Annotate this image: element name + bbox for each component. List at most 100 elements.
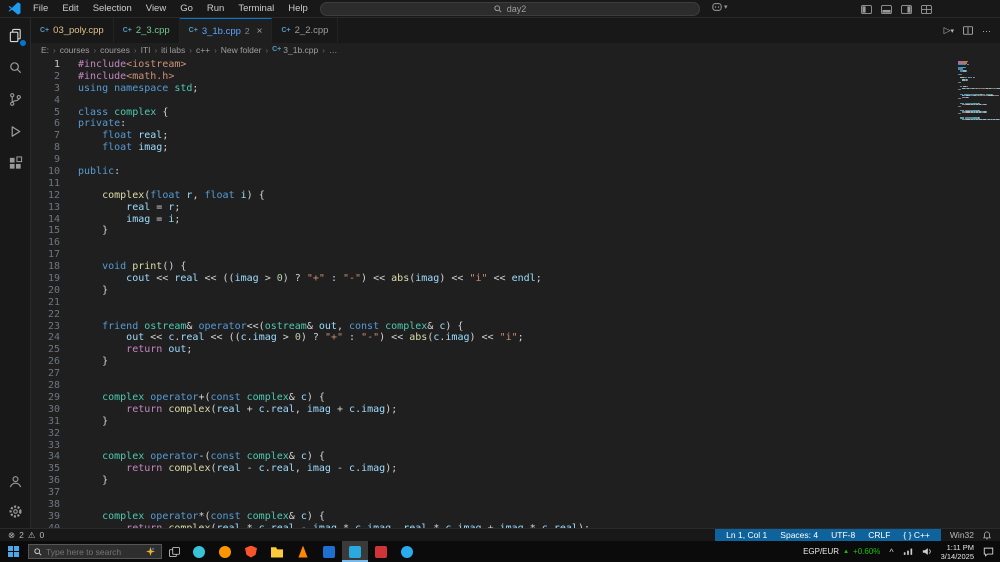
- taskbar-app-vscode[interactable]: [342, 541, 368, 562]
- taskbar-clock[interactable]: 1:11 PM 3/14/2025: [941, 543, 974, 561]
- line-number[interactable]: 29: [31, 392, 60, 404]
- taskbar-app-edge[interactable]: [186, 541, 212, 562]
- taskbar-search[interactable]: [28, 544, 162, 559]
- copilot-menu[interactable]: ▾: [712, 2, 728, 12]
- line-number[interactable]: 16: [31, 237, 60, 249]
- minimap[interactable]: [954, 57, 1000, 528]
- menu-file[interactable]: File: [26, 0, 55, 18]
- extensions-button[interactable]: [7, 155, 24, 172]
- run-file-button[interactable]: ▷▾: [944, 25, 954, 36]
- indentation[interactable]: Spaces: 4: [780, 530, 818, 540]
- line-number[interactable]: 34: [31, 451, 60, 463]
- line-number[interactable]: 5: [31, 107, 60, 119]
- line-number[interactable]: 26: [31, 356, 60, 368]
- breadcrumb-item[interactable]: courses: [60, 45, 90, 55]
- toggle-sidebar-icon[interactable]: [861, 4, 872, 14]
- menu-edit[interactable]: Edit: [55, 0, 85, 18]
- task-view-button[interactable]: [162, 541, 186, 562]
- line-number[interactable]: 36: [31, 475, 60, 487]
- line-number[interactable]: 10: [31, 166, 60, 178]
- line-number[interactable]: 17: [31, 249, 60, 261]
- breadcrumb-item[interactable]: iti labs: [161, 45, 185, 55]
- menu-help[interactable]: Help: [281, 0, 315, 18]
- line-number[interactable]: 6: [31, 118, 60, 130]
- breadcrumb-item[interactable]: c++: [196, 45, 210, 55]
- line-number[interactable]: 24: [31, 332, 60, 344]
- line-number[interactable]: 1: [31, 59, 60, 71]
- more-actions-icon[interactable]: ···: [982, 26, 991, 36]
- line-number[interactable]: 23: [31, 321, 60, 333]
- search-button[interactable]: [7, 59, 24, 76]
- cursor-position[interactable]: Ln 1, Col 1: [726, 530, 767, 540]
- settings-button[interactable]: [7, 503, 24, 520]
- line-number[interactable]: 28: [31, 380, 60, 392]
- problems-button[interactable]: ⊗ 2 ⚠ 0: [8, 530, 44, 541]
- line-number[interactable]: 21: [31, 297, 60, 309]
- line-number[interactable]: 33: [31, 440, 60, 452]
- notifications-bell-icon[interactable]: [983, 530, 991, 540]
- command-center-search[interactable]: day2: [320, 2, 700, 16]
- line-number[interactable]: 22: [31, 309, 60, 321]
- menu-selection[interactable]: Selection: [86, 0, 139, 18]
- line-number[interactable]: 35: [31, 463, 60, 475]
- line-number[interactable]: 11: [31, 178, 60, 190]
- start-button[interactable]: [0, 541, 27, 562]
- tab-2_3.cpp[interactable]: C+ 2_3.cpp: [113, 18, 180, 43]
- volume-icon[interactable]: [922, 547, 932, 556]
- menu-terminal[interactable]: Terminal: [231, 0, 281, 18]
- tab-3_1b.cpp[interactable]: C+ 3_1b.cpp 2 ×: [179, 18, 273, 43]
- customize-layout-icon[interactable]: [921, 4, 932, 14]
- eol-sequence[interactable]: CRLF: [868, 530, 890, 540]
- account-button[interactable]: [7, 473, 24, 490]
- code-area[interactable]: #include<iostream> #include<math.h> using …: [71, 57, 954, 528]
- taskbar-app-firefox[interactable]: [212, 541, 238, 562]
- taskbar-app-brave[interactable]: [238, 541, 264, 562]
- line-number[interactable]: 8: [31, 142, 60, 154]
- breadcrumb-item[interactable]: courses: [100, 45, 130, 55]
- taskbar-app-file-explorer[interactable]: [264, 541, 290, 562]
- close-icon[interactable]: ×: [257, 26, 263, 37]
- market-ticker[interactable]: EGP/EUR ▲ +0.60%: [803, 547, 880, 556]
- line-number[interactable]: 14: [31, 214, 60, 226]
- line-number[interactable]: 4: [31, 95, 60, 107]
- line-number[interactable]: 9: [31, 154, 60, 166]
- breadcrumb-item[interactable]: …: [329, 45, 338, 55]
- line-number[interactable]: 30: [31, 404, 60, 416]
- line-number[interactable]: 2: [31, 71, 60, 83]
- taskbar-app-vlc[interactable]: [290, 541, 316, 562]
- tab-03_poly.cpp[interactable]: C+ 03_poly.cpp: [31, 18, 114, 43]
- line-number[interactable]: 18: [31, 261, 60, 273]
- line-number[interactable]: 15: [31, 225, 60, 237]
- breadcrumb-item[interactable]: ITI: [141, 45, 151, 55]
- split-editor-icon[interactable]: [963, 26, 973, 35]
- menu-go[interactable]: Go: [173, 0, 200, 18]
- encoding[interactable]: UTF-8: [831, 530, 855, 540]
- language-mode[interactable]: { } C++: [903, 530, 930, 540]
- breadcrumb-item[interactable]: E:: [41, 45, 49, 55]
- line-number[interactable]: 20: [31, 285, 60, 297]
- action-center-icon[interactable]: [983, 546, 994, 557]
- taskbar-app-telegram[interactable]: [394, 541, 420, 562]
- explorer-button[interactable]: [7, 27, 26, 46]
- line-number[interactable]: 7: [31, 130, 60, 142]
- line-number[interactable]: 3: [31, 83, 60, 95]
- taskbar-search-input[interactable]: [46, 546, 142, 557]
- line-number[interactable]: 27: [31, 368, 60, 380]
- hidden-icons-chevron[interactable]: ^: [889, 547, 893, 557]
- line-number[interactable]: 19: [31, 273, 60, 285]
- network-icon[interactable]: [903, 547, 913, 556]
- line-number[interactable]: 32: [31, 428, 60, 440]
- line-number[interactable]: 25: [31, 344, 60, 356]
- toggle-panel-icon[interactable]: [881, 4, 892, 14]
- menu-view[interactable]: View: [139, 0, 173, 18]
- line-number[interactable]: 38: [31, 499, 60, 511]
- cpp-configuration[interactable]: Win32: [950, 530, 974, 540]
- line-number[interactable]: 37: [31, 487, 60, 499]
- toggle-secondary-sidebar-icon[interactable]: [901, 4, 912, 14]
- tab-2_2.cpp[interactable]: C+ 2_2.cpp: [272, 18, 339, 43]
- taskbar-app-photos[interactable]: [368, 541, 394, 562]
- line-number[interactable]: 31: [31, 416, 60, 428]
- breadcrumb-item[interactable]: New folder: [221, 45, 262, 55]
- breadcrumb-item[interactable]: C+ 3_1b.cpp: [272, 45, 318, 55]
- line-number[interactable]: 13: [31, 202, 60, 214]
